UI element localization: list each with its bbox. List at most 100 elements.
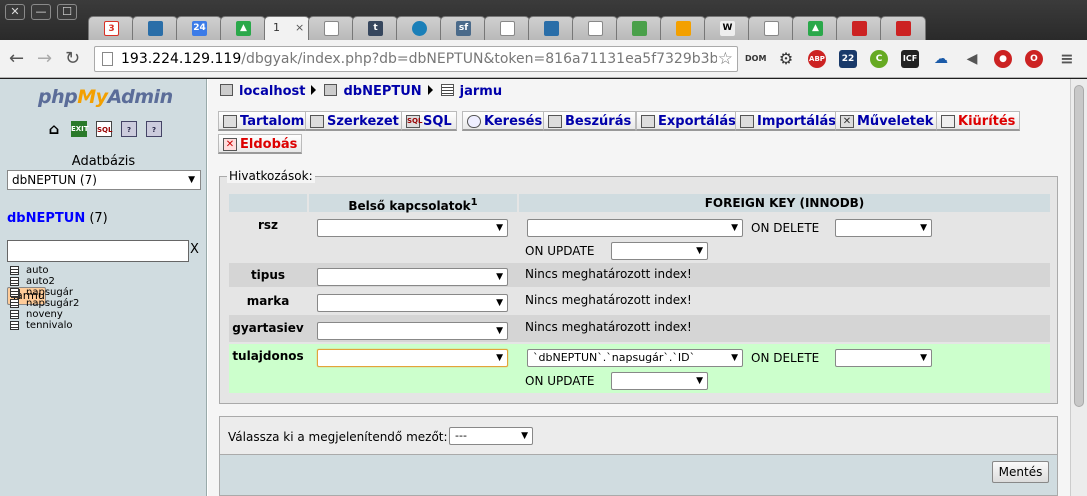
internal-relation-select[interactable]: ▼ — [317, 349, 508, 367]
tab-beszuras[interactable]: Beszúrás — [543, 111, 637, 131]
tab-page-3[interactable] — [572, 16, 618, 40]
save-button[interactable]: Mentés — [992, 461, 1049, 483]
badge-22-icon[interactable]: 22 — [839, 50, 857, 68]
breadcrumb-table[interactable]: jarmu — [460, 84, 502, 99]
window-close-button[interactable]: ✕ — [5, 4, 25, 20]
on-delete-select[interactable]: ▼ — [835, 219, 932, 237]
window-maximize-button[interactable]: ☐ — [57, 4, 77, 20]
on-update-select[interactable]: ▼ — [611, 372, 708, 390]
gear-icon[interactable]: ⚙ — [777, 50, 795, 68]
on-update-select[interactable]: ▼ — [611, 242, 708, 260]
fk-target-select[interactable]: ▼ — [527, 219, 743, 237]
relations-fieldset: Hivatkozások: Belső kapcsolatok1 FOREIGN… — [219, 169, 1058, 404]
tab-calendar[interactable]: 24 — [176, 16, 222, 40]
table-item-auto2[interactable]: auto2 — [7, 276, 201, 287]
table-item-napsugar2[interactable]: napsugár2 — [7, 298, 201, 309]
database-label: Adatbázis — [71, 154, 136, 169]
table-icon[interactable] — [10, 321, 19, 330]
tab-exportalas[interactable]: Exportálás — [636, 111, 741, 131]
forward-icon[interactable]: → — [37, 49, 52, 69]
breadcrumb-server[interactable]: localhost — [239, 84, 305, 99]
tab-pma[interactable] — [660, 16, 706, 40]
tab-label: Keresés — [484, 114, 543, 129]
ext-red-icon — [852, 21, 867, 36]
tab-szerkezet[interactable]: Szerkezet — [305, 111, 404, 131]
cloud-icon[interactable]: ☁ — [932, 50, 950, 68]
page-scrollbar[interactable] — [1070, 79, 1087, 496]
on-delete-select[interactable]: ▼ — [835, 349, 932, 367]
tab-ext-red-2[interactable] — [880, 16, 926, 40]
tab-gmail[interactable]: 3 — [88, 16, 134, 40]
table-icon[interactable] — [10, 288, 19, 297]
green-circle-icon[interactable]: C — [870, 50, 888, 68]
database-select[interactable]: dbNEPTUN (7) ▼ — [7, 170, 201, 190]
adblock-icon[interactable]: ABP — [808, 50, 826, 68]
breadcrumb-database[interactable]: dbNEPTUN — [343, 84, 421, 99]
stop-icon[interactable]: ● — [994, 50, 1012, 68]
bookmark-star-icon[interactable]: ☆ — [718, 49, 733, 69]
tab-active[interactable]: 1 × — [264, 16, 310, 40]
table-item-tennivalo[interactable]: tennivalo — [7, 320, 201, 331]
tab-sql[interactable]: SQL SQL — [401, 111, 457, 131]
tab-kereses[interactable]: Keresés — [462, 111, 548, 131]
table-icon[interactable] — [10, 266, 19, 275]
tab-page-4[interactable] — [748, 16, 794, 40]
filter-clear-button[interactable]: X — [190, 242, 199, 257]
table-icon[interactable] — [10, 277, 19, 286]
phpmyadmin-logo[interactable]: phpMyAdmin — [38, 86, 173, 108]
tab-wikipedia[interactable]: W — [704, 16, 750, 40]
internal-relation-select[interactable]: ▼ — [317, 294, 508, 312]
table-item-napsugar[interactable]: napsugár — [7, 287, 201, 298]
help-icon[interactable]: ? — [146, 121, 162, 137]
home-icon[interactable]: ⌂ — [46, 121, 62, 137]
table-icon[interactable] — [10, 299, 19, 308]
window-minimize-button[interactable]: — — [31, 4, 51, 20]
tab-eldobas[interactable]: ✕ Eldobás — [218, 134, 303, 154]
tab-sf[interactable]: sf — [440, 16, 486, 40]
tab-maps[interactable] — [616, 16, 662, 40]
internal-relation-select[interactable]: ▼ — [317, 219, 508, 237]
chevron-down-icon: ▼ — [696, 246, 703, 256]
tab-ext-red[interactable] — [836, 16, 882, 40]
sf-icon: sf — [456, 21, 471, 36]
sql-query-icon[interactable]: SQL — [96, 121, 112, 137]
table-item-label: napsugár2 — [26, 298, 80, 309]
opera-icon[interactable]: O — [1025, 50, 1043, 68]
address-bar[interactable]: 193.224.129.119/dbgyak/index.php?db=dbNE… — [94, 46, 738, 72]
tab-site-2[interactable] — [528, 16, 574, 40]
dom-icon[interactable]: DOM — [745, 50, 766, 68]
docs-icon[interactable]: ? — [121, 121, 137, 137]
tab-drive-2[interactable]: ▲ — [792, 16, 838, 40]
tab-cycle[interactable] — [396, 16, 442, 40]
table-item-noveny[interactable]: noveny — [7, 309, 201, 320]
table-icon[interactable] — [10, 310, 19, 319]
chevron-down-icon: ▼ — [731, 223, 738, 233]
back-icon[interactable]: ← — [9, 49, 24, 69]
tab-page[interactable] — [308, 16, 354, 40]
table-filter-input[interactable] — [7, 240, 189, 262]
scrollbar-thumb[interactable] — [1074, 85, 1084, 407]
tab-kiurites[interactable]: Kiürítés — [936, 111, 1021, 131]
menu-icon[interactable]: ≡ — [1058, 50, 1076, 68]
url-text[interactable]: 193.224.129.119/dbgyak/index.php?db=dbNE… — [121, 51, 717, 67]
display-field-label: Válassza ki a megjelenítendő mezőt: — [228, 430, 448, 444]
database-link[interactable]: dbNEPTUN — [7, 211, 85, 226]
fk-target-select[interactable]: `dbNEPTUN`.`napsugár`.`ID` ▼ — [527, 349, 743, 367]
tab-drive[interactable]: ▲ — [220, 16, 266, 40]
tab-page-2[interactable] — [484, 16, 530, 40]
tab-muveletek[interactable]: ✕ Műveletek — [835, 111, 939, 131]
display-field-select[interactable]: --- ▼ — [449, 427, 533, 445]
exit-icon[interactable]: EXIT — [71, 121, 89, 137]
tab-tumblr[interactable]: t — [352, 16, 398, 40]
tab-importalas[interactable]: Importálás — [735, 111, 841, 131]
tab-site[interactable] — [132, 16, 178, 40]
close-tab-icon[interactable]: × — [295, 21, 304, 34]
table-item-auto[interactable]: auto — [7, 265, 201, 276]
internal-relation-select[interactable]: ▼ — [317, 322, 508, 340]
internal-relation-select[interactable]: ▼ — [317, 268, 508, 286]
icf-icon[interactable]: ICF — [901, 50, 919, 68]
speaker-icon[interactable]: ◀ — [963, 50, 981, 68]
page-icon — [588, 21, 603, 36]
tab-tartalom[interactable]: Tartalom — [218, 111, 310, 131]
reload-icon[interactable]: ↻ — [65, 49, 80, 69]
